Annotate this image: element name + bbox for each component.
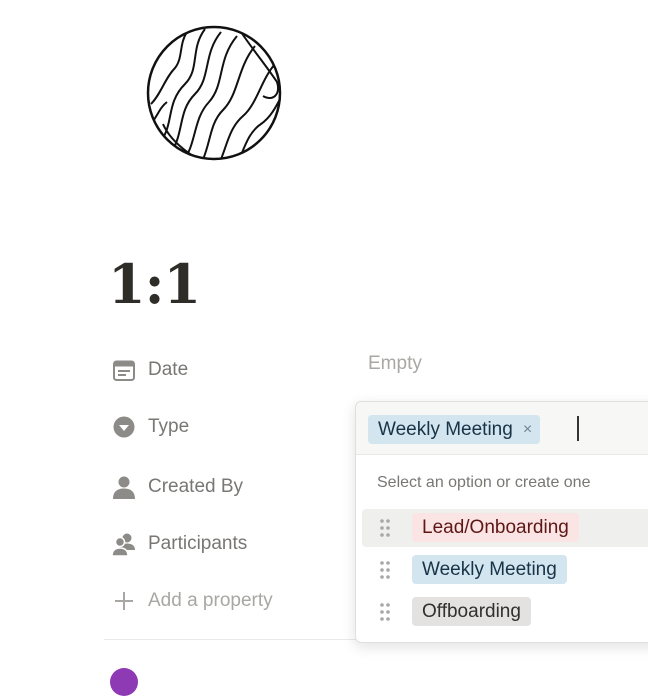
wood-grain-circle-icon — [146, 25, 282, 161]
option-tag: Offboarding — [412, 597, 531, 626]
property-label-type: Type — [148, 416, 190, 437]
property-label-created-by: Created By — [148, 476, 244, 497]
property-participants[interactable]: Participants — [110, 527, 247, 561]
option-lead-onboarding[interactable]: Lead/Onboarding — [362, 509, 648, 547]
text-caret — [577, 416, 579, 441]
type-select-dropdown: Weekly Meeting × Select an option or cre… — [355, 401, 648, 643]
drag-handle-icon[interactable] — [378, 517, 392, 539]
add-property-button[interactable]: Add a property — [110, 584, 273, 618]
people-icon — [110, 530, 138, 558]
drag-handle-icon[interactable] — [378, 601, 392, 623]
option-weekly-meeting[interactable]: Weekly Meeting — [362, 551, 648, 589]
date-value[interactable]: Empty — [368, 353, 422, 375]
selected-chip: Weekly Meeting × — [368, 415, 541, 444]
avatar[interactable] — [110, 668, 138, 696]
page-icon[interactable] — [145, 24, 283, 162]
option-offboarding[interactable]: Offboarding — [362, 593, 648, 631]
option-tag: Weekly Meeting — [412, 555, 567, 584]
option-tag: Lead/Onboarding — [412, 513, 579, 542]
select-arrow-icon — [110, 413, 138, 441]
selected-chip-label: Weekly Meeting — [378, 418, 513, 440]
drag-handle-icon[interactable] — [378, 559, 392, 581]
property-label-date: Date — [148, 359, 189, 380]
plus-icon — [110, 587, 138, 615]
remove-chip-icon[interactable]: × — [523, 421, 532, 439]
property-type[interactable]: Type — [110, 410, 189, 444]
property-created-by[interactable]: Created By — [110, 470, 243, 504]
property-date[interactable]: Date — [110, 353, 188, 387]
add-property-label: Add a property — [148, 590, 273, 611]
dropdown-hint: Select an option or create one — [377, 474, 591, 491]
page-title[interactable]: 1:1 — [108, 252, 201, 316]
select-search-input[interactable]: Weekly Meeting × — [356, 402, 648, 455]
calendar-icon — [110, 356, 138, 384]
person-icon — [110, 473, 138, 501]
property-label-participants: Participants — [148, 533, 248, 554]
